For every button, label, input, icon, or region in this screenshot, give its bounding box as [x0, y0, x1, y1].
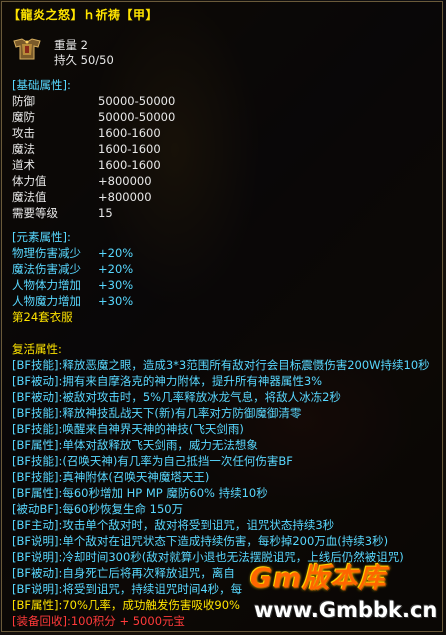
recycle-info: [装备回收]:100积分 + 5000元宝 [12, 614, 186, 628]
element-stat-row: 人物体力增加 +30% [12, 277, 133, 293]
element-stat-value: +30% [98, 294, 134, 308]
skill-line: [BF技能]:释放恶魔之眼，造成3*3范围所有敌对行会目标震慑伤害200W持续1… [12, 358, 430, 372]
revive-attributes-header: 复活属性: [12, 342, 62, 356]
stat-value: 50000-50000 [98, 94, 176, 108]
element-stat-row: 人物魔力增加 +30% [12, 293, 133, 309]
skill-line: [BF属性]:70%几率，成功触发伤害吸收90% [12, 598, 240, 612]
element-stat-row: 魔法伤害减少 +20% [12, 261, 133, 277]
stat-label: 防御 [12, 94, 35, 108]
watermark-url: www.Gmbbk.cn [254, 598, 438, 622]
skill-line: [BF被动]:拥有来自摩洛克的神力附体，提升所有神器属性3% [12, 374, 323, 388]
stat-label: 魔法 [12, 142, 35, 156]
item-durability: 持久 50/50 [54, 53, 114, 67]
stat-label: 体力值 [12, 174, 47, 188]
stat-label: 魔防 [12, 110, 35, 124]
element-stat-value: +20% [98, 246, 134, 260]
skill-line: [BF技能]:唤醒来自神界天神的神技(飞天剑雨) [12, 422, 244, 436]
armor-item-icon [10, 35, 44, 63]
stat-label: 攻击 [12, 126, 35, 140]
stat-row: 攻击 1600-1600 [12, 125, 161, 141]
stat-value: 15 [98, 206, 113, 220]
skill-line: [BF属性]:单体对敌释放飞天剑雨，威力无法想象 [12, 438, 258, 452]
element-attributes-header: [元素属性]: [12, 230, 71, 244]
item-tooltip: 【龍炎之怒】ｈ祈祷【甲】 重量 2 持久 50/50 [基础属性]: 防御 500… [1, 1, 443, 632]
stat-value: 1600-1600 [98, 126, 161, 140]
site-watermark: Gm版本库 www.Gmbbk.cn [248, 556, 444, 631]
skill-line: [BF属性]:每60秒增加 HP MP 魔防60% 持续10秒 [12, 486, 268, 500]
stat-row: 需要等级 15 [12, 205, 113, 221]
stat-value: 50000-50000 [98, 110, 176, 124]
stat-row: 防御 50000-50000 [12, 93, 175, 109]
element-stat-row: 物理伤害减少 +20% [12, 245, 133, 261]
stat-value: +800000 [98, 190, 152, 204]
stat-value: 1600-1600 [98, 142, 161, 156]
skill-line: [BF说明]:将受到诅咒，持续诅咒时间4秒，每 [12, 582, 243, 596]
skill-line: [BF技能]:释放神技乱战天下(新)有几率对方防御魔御清零 [12, 406, 302, 420]
skill-line: [BF说明]:单个敌对在诅咒状态下造成持续伤害，每秒掉200万血(持续3秒) [12, 534, 389, 548]
skill-line: [BF技能]:真神附体(召唤天神魔塔天王) [12, 470, 210, 484]
set-name: 第24套衣服 [12, 310, 73, 324]
item-weight: 重量 2 [54, 38, 88, 52]
element-stat-value: +30% [98, 278, 134, 292]
item-title: 【龍炎之怒】ｈ祈祷【甲】 [8, 8, 159, 22]
watermark-logo: Gm版本库 [250, 563, 387, 594]
element-stat-label: 人物体力增加 [12, 278, 81, 292]
stat-row: 魔法 1600-1600 [12, 141, 161, 157]
stat-row: 道术 1600-1600 [12, 157, 161, 173]
base-attributes-header: [基础属性]: [12, 78, 71, 92]
stat-value: 1600-1600 [98, 158, 161, 172]
skill-line: [BF被动]:被敌对攻击时，5%几率释放冰龙气息，将敌人冰冻2秒 [12, 390, 341, 404]
element-stat-label: 人物魔力增加 [12, 294, 81, 308]
skill-line: [被动BF]:每60秒恢复生命 150万 [12, 502, 184, 516]
stat-row: 魔法值 +800000 [12, 189, 152, 205]
element-stat-label: 魔法伤害减少 [12, 262, 81, 276]
stat-label: 需要等级 [12, 206, 58, 220]
stat-row: 体力值 +800000 [12, 173, 152, 189]
stat-value: +800000 [98, 174, 152, 188]
stat-row: 魔防 50000-50000 [12, 109, 175, 125]
skill-line: [BF主动]:攻击单个敌对时，敌对将受到诅咒，诅咒状态持续3秒 [12, 518, 335, 532]
element-stat-value: +20% [98, 262, 134, 276]
stat-label: 魔法值 [12, 190, 47, 204]
stat-label: 道术 [12, 158, 35, 172]
skill-line: [BF被动]:自身死亡后将再次释放诅咒，离自 [12, 566, 235, 580]
skill-line: [BF技能]:(召唤天神)有几率为自己抵挡一次任何伤害BF [12, 454, 293, 468]
element-stat-label: 物理伤害减少 [12, 246, 81, 260]
